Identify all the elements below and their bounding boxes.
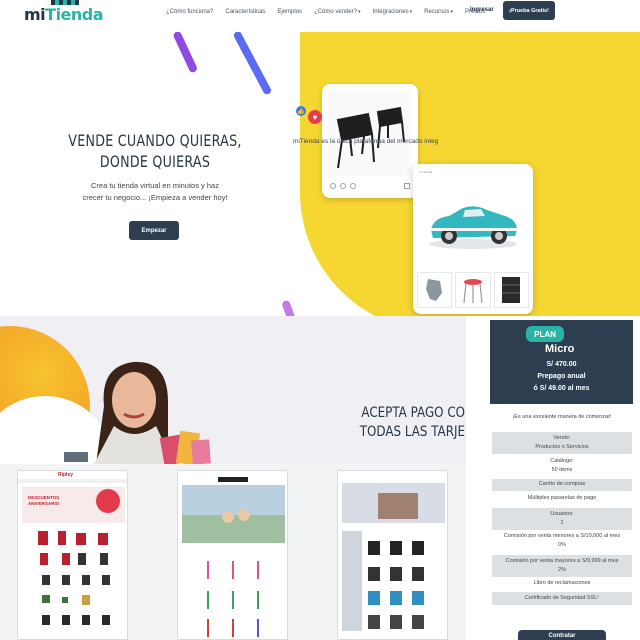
plan-feature-complaints-book: Libro de reclamaciones — [492, 579, 632, 591]
feature-label: Comisión por venta menores a S/10,000 al… — [503, 533, 621, 539]
feature-label: Catálogo: — [550, 458, 574, 464]
hero-subtitle-line-1: Crea tu tienda virtual en minutos y haz — [91, 181, 219, 190]
car-illustration — [429, 206, 517, 249]
nav-link-como-vender[interactable]: ¿Cómo vender?▾ — [308, 9, 367, 15]
nav-link-ejemplos[interactable]: Ejemplos — [271, 9, 308, 15]
scooter-store-screenshot — [178, 471, 287, 637]
share-icon[interactable] — [350, 183, 356, 189]
bookmark-icon[interactable] — [404, 183, 410, 189]
shop-preview-card: Tu Tienda — [413, 164, 533, 314]
plan-feature-cart: Carrito de compras — [492, 479, 632, 491]
woman-shopping-photo — [64, 361, 211, 464]
top-navbar: mi Tienda ¿Cómo funciona? Característica… — [0, 0, 640, 28]
plan-contract-button[interactable]: Contratar — [518, 630, 606, 640]
nav-link-label: ¿Cómo funciona? — [166, 9, 214, 15]
caret-down-icon: ▾ — [358, 9, 361, 15]
nav-link-integraciones[interactable]: Integraciones▾ — [367, 9, 419, 15]
feature-value: Productos o Servicios — [535, 444, 589, 450]
feature-label: Vende: — [553, 435, 571, 441]
plan-feature-payments: Múltiples pasarelas de pago — [492, 494, 632, 506]
feature-value: 1 — [560, 520, 564, 526]
comment-icon[interactable] — [340, 183, 346, 189]
stool-icon — [463, 279, 483, 304]
payments-title-line-2: TODAS LAS TARJE — [359, 424, 465, 440]
plan-prepay-label: Prepago anual — [537, 373, 586, 380]
decor-stick-purple — [172, 32, 199, 74]
logo-tienda-label: Tienda — [45, 5, 104, 24]
nav-link-recursos[interactable]: Recursos▾ — [418, 9, 459, 15]
feature-label: Libro de reclamaciones — [533, 580, 591, 586]
plan-feature-commission-high: Comisión por venta mayores a S/9,999 al … — [492, 555, 632, 577]
example-store-ripley[interactable]: Ripley DESCUENTOS ANIVERSARIO — [17, 470, 128, 640]
hero-title: VENDE CUANDO QUIERAS, DONDE QUIERAS — [54, 130, 256, 172]
feature-label: Certificado de Seguridad SSL¹ — [524, 595, 600, 601]
plan-feature-sell: Vende: Productos o Servicios — [492, 432, 632, 454]
hero-title-line-2: DONDE QUIERAS — [99, 152, 211, 171]
login-link[interactable]: Ingresar — [470, 7, 494, 13]
heart-icon: ♥ — [308, 110, 322, 124]
logo-tienda-text: Tienda — [45, 0, 104, 24]
feature-value: 50 items — [551, 467, 573, 473]
feature-label: Usuarios: — [550, 511, 574, 517]
plan-feature-catalog: Catálogo: 50 items — [492, 457, 632, 477]
plan-price: S/ 470.00 — [546, 361, 577, 368]
post-actions — [330, 182, 410, 190]
payments-subtitle: miTienda es la única plataforma del merc… — [293, 138, 439, 145]
caret-down-icon: ▾ — [450, 9, 454, 15]
feature-label: Carrito de compras — [538, 481, 586, 487]
chairs-photo — [328, 90, 412, 176]
baby-store-screenshot — [338, 471, 447, 631]
product-thumbnails — [417, 272, 529, 308]
nav-link-label: Características — [225, 9, 266, 15]
feature-label: Comisión por venta mayores a S/9,999 al … — [505, 558, 619, 564]
hero-subtitle-line-2: crecer tu negocio... ¡Empieza a vender h… — [82, 193, 228, 202]
example-store-baby[interactable] — [337, 470, 448, 640]
hero-subtitle: Crea tu tienda virtual en minutos y haz … — [60, 180, 250, 204]
product-thumb[interactable] — [417, 272, 453, 308]
nav-link-label: Recursos — [424, 9, 450, 15]
plan-badge: PLAN — [526, 326, 564, 342]
example-store-scooters[interactable] — [177, 470, 288, 640]
feature-value: 2% — [558, 567, 566, 573]
free-trial-button[interactable]: ¡Prueba Gratis! — [503, 1, 555, 20]
cabinet-icon — [502, 277, 521, 303]
nav-links: ¿Cómo funciona? Características Ejemplos… — [160, 0, 491, 24]
payments-title-line-1: ACEPTA PAGO CO — [361, 405, 465, 421]
shop-card-header: Tu Tienda — [419, 170, 527, 176]
store-awning-icon — [51, 0, 80, 5]
decor-stick-pink — [281, 299, 299, 316]
plan-feature-commission-low: Comisión por venta menores a S/10,000 al… — [492, 532, 632, 552]
figurine-icon — [425, 279, 442, 301]
nav-link-label: Ejemplos — [277, 9, 303, 15]
logo-mi-text: mi — [24, 5, 46, 24]
plan-feature-users: Usuarios: 1 — [492, 508, 632, 530]
product-thumb[interactable] — [455, 272, 491, 308]
decor-stick-blue — [232, 32, 273, 96]
chairs-illustration — [336, 106, 405, 169]
nav-link-label: Integraciones — [372, 9, 409, 15]
page: mi Tienda ¿Cómo funciona? Característica… — [0, 0, 640, 640]
plan-feature-ssl: Certificado de Seguridad SSL¹ — [492, 592, 632, 605]
ripley-brand: Ripley — [58, 472, 74, 478]
hero-section: VENDE CUANDO QUIERAS, DONDE QUIERAS Crea… — [0, 32, 640, 316]
feature-label: Múltiples pasarelas de pago — [527, 495, 597, 501]
start-button[interactable]: Empezar — [129, 221, 179, 240]
product-thumb[interactable] — [493, 272, 529, 308]
caret-down-icon: ▾ — [409, 9, 413, 15]
plan-name: Micro — [545, 343, 575, 355]
ripley-banner-text: DESCUENTOS ANIVERSARIO — [28, 495, 60, 506]
nav-link-como-funciona[interactable]: ¿Cómo funciona? — [160, 9, 219, 15]
shop-card-title: Tu Tienda — [419, 170, 433, 174]
payments-section: ACEPTA PAGO CO TODAS LAS TARJE — [0, 316, 466, 464]
nav-link-caracteristicas[interactable]: Características — [219, 9, 271, 15]
plan-intro: ¡Es una excelente manera de comenzar! — [512, 414, 612, 420]
feature-value: 0% — [558, 542, 566, 548]
hero-title-line-1: VENDE CUANDO QUIERAS, — [68, 131, 242, 150]
mitienda-logo[interactable]: mi Tienda — [24, 0, 104, 24]
thumbs-up-icon: 👍 — [296, 106, 306, 116]
nav-link-label: ¿Cómo vender? — [314, 9, 358, 15]
payments-title: ACEPTA PAGO CO TODAS LAS TARJE — [346, 404, 465, 442]
like-icon[interactable] — [330, 183, 336, 189]
plan-monthly-price: ó S/ 49.00 al mes — [533, 385, 590, 392]
